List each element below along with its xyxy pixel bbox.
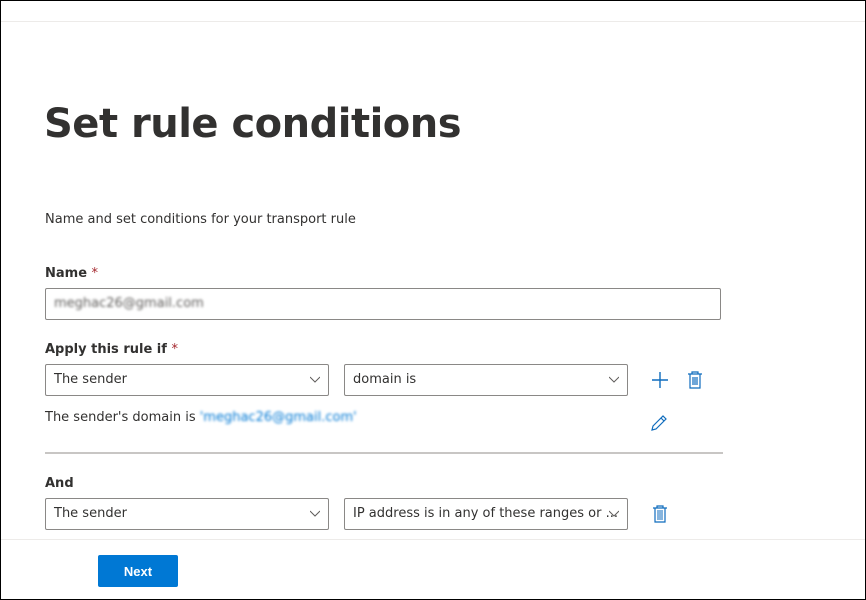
top-divider xyxy=(1,21,865,22)
summary-prefix: The sender's domain is xyxy=(45,410,200,425)
trash-icon xyxy=(688,371,702,389)
delete-and-condition-button[interactable] xyxy=(649,503,671,525)
page-title: Set rule conditions xyxy=(44,101,462,147)
apply-predicate-select[interactable]: domain is xyxy=(344,364,628,396)
required-marker: * xyxy=(171,342,178,357)
apply-condition-select[interactable]: The sender xyxy=(45,364,329,396)
condition-summary: The sender's domain is 'meghac26@gmail.c… xyxy=(45,410,357,425)
page-description: Name and set conditions for your transpo… xyxy=(45,212,356,227)
delete-condition-button[interactable] xyxy=(684,369,706,391)
select-value: domain is xyxy=(353,372,417,387)
add-condition-button[interactable] xyxy=(649,369,671,391)
select-value: The sender xyxy=(54,506,127,521)
summary-value-link[interactable]: 'meghac26@gmail.com' xyxy=(200,410,357,425)
apply-rule-label: Apply this rule if * xyxy=(45,342,178,357)
section-divider xyxy=(45,452,723,454)
footer-divider xyxy=(1,539,865,540)
plus-icon xyxy=(652,372,668,388)
chevron-down-icon xyxy=(609,510,619,517)
trash-icon xyxy=(653,505,667,523)
and-predicate-select[interactable]: IP address is in any of these ranges or … xyxy=(344,498,628,530)
name-value: meghac26@gmail.com xyxy=(54,296,204,311)
select-value: IP address is in any of these ranges or … xyxy=(353,506,618,521)
chevron-down-icon xyxy=(310,510,320,517)
chevron-down-icon xyxy=(609,376,619,383)
edit-condition-button[interactable] xyxy=(648,412,670,434)
name-label-text: Name xyxy=(45,266,88,281)
and-condition-select[interactable]: The sender xyxy=(45,498,329,530)
name-label: Name * xyxy=(45,266,98,281)
apply-rule-label-text: Apply this rule if xyxy=(45,342,167,357)
required-marker: * xyxy=(91,266,99,281)
name-input[interactable]: meghac26@gmail.com xyxy=(45,288,721,320)
and-label: And xyxy=(45,476,74,491)
pencil-icon xyxy=(651,415,667,431)
next-button[interactable]: Next xyxy=(98,555,178,587)
chevron-down-icon xyxy=(310,376,320,383)
select-value: The sender xyxy=(54,372,127,387)
